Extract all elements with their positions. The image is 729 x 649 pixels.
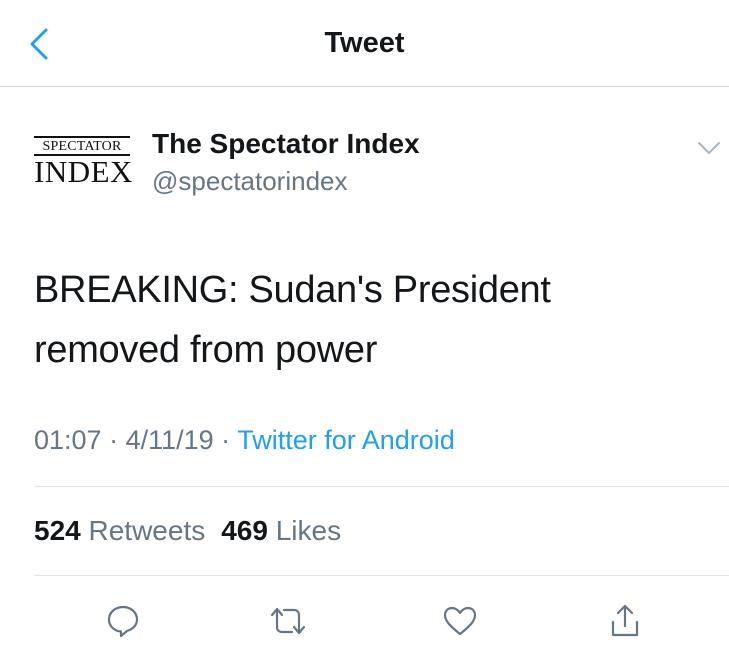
tweet-source-link[interactable]: Twitter for Android — [237, 425, 455, 455]
reply-button[interactable] — [98, 596, 148, 646]
retweets-count: 524 — [34, 515, 81, 546]
meta-separator: · — [101, 425, 126, 455]
tweet-author: SPECTATOR INDEX The Spectator Index @spe… — [0, 120, 729, 200]
tweet-menu-button[interactable] — [696, 138, 722, 158]
chevron-down-icon — [697, 141, 721, 155]
author-display-name[interactable]: The Spectator Index — [152, 126, 420, 162]
share-button[interactable] — [600, 596, 650, 646]
like-button[interactable] — [435, 596, 485, 646]
retweet-button[interactable] — [263, 596, 313, 646]
likes-label: Likes — [275, 515, 342, 546]
author-handle[interactable]: @spectatorindex — [152, 164, 348, 198]
avatar[interactable]: SPECTATOR INDEX — [34, 136, 134, 196]
likes-stat[interactable]: 469 Likes — [221, 510, 341, 552]
divider — [34, 486, 729, 487]
share-icon — [609, 603, 641, 639]
like-icon — [442, 605, 478, 637]
meta-separator: · — [213, 425, 238, 455]
avatar-logo-bottom: INDEX — [34, 154, 133, 189]
reply-icon — [106, 604, 140, 638]
tweet-time: 01:07 — [34, 425, 102, 455]
tweet-date: 4/11/19 — [125, 425, 214, 455]
page-title: Tweet — [324, 27, 405, 59]
retweets-label: Retweets — [88, 515, 206, 546]
retweet-icon — [268, 605, 308, 637]
tweet-meta: 01:07 · 4/11/19 · Twitter for Android — [34, 420, 455, 460]
tweet-actions — [0, 596, 729, 646]
divider — [34, 575, 729, 576]
tweet-text: BREAKING: Sudan's President removed from… — [34, 269, 551, 371]
navigation-bar: Tweet — [0, 0, 729, 87]
tweet-stats: 524 Retweets 469 Likes — [34, 510, 341, 552]
retweets-stat[interactable]: 524 Retweets — [34, 510, 205, 552]
likes-count: 469 — [221, 515, 268, 546]
